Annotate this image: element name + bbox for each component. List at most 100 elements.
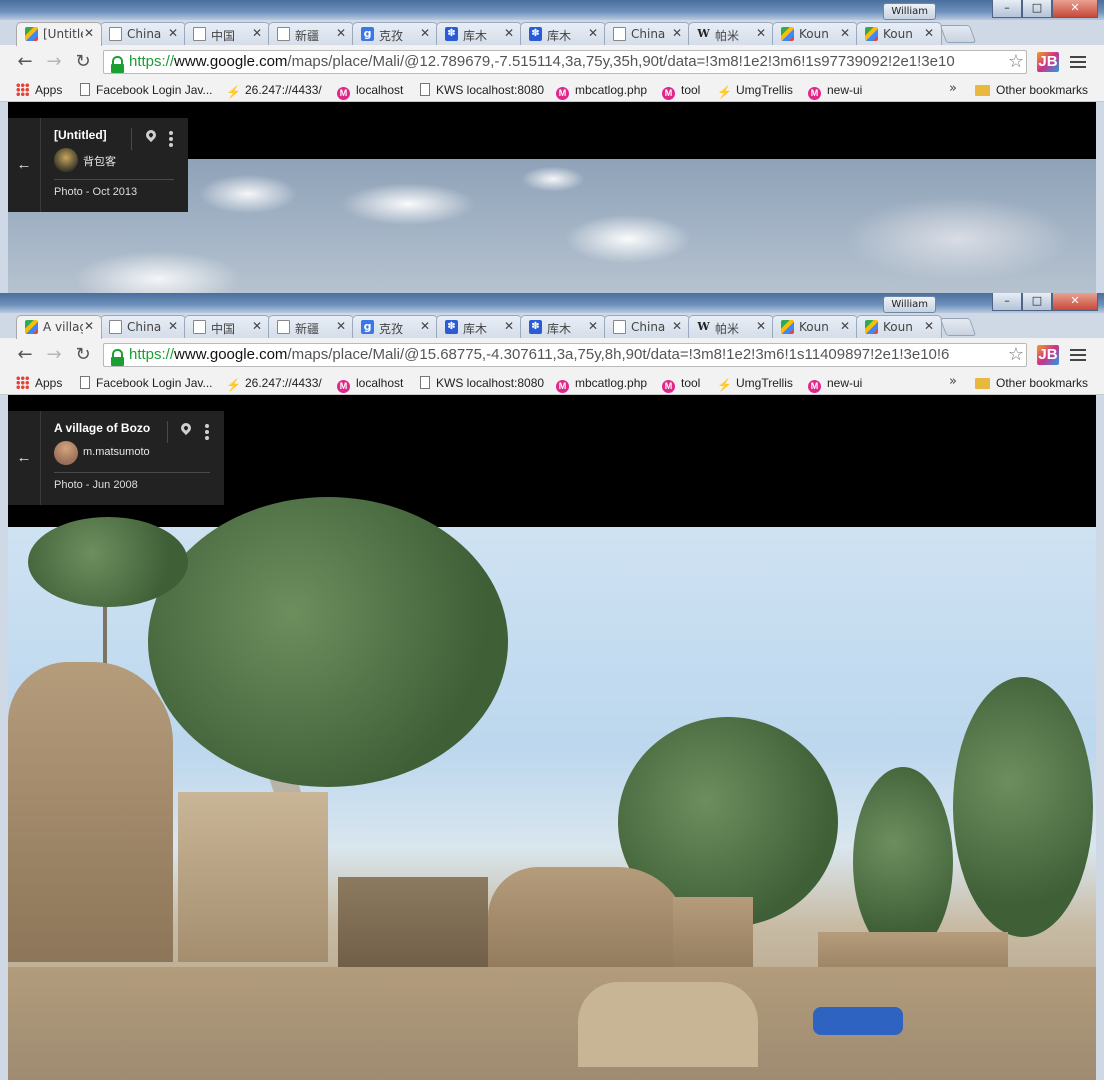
tab-close-icon[interactable]: ✕ [252,26,262,40]
jetbrains-extension-icon[interactable]: JB [1037,345,1059,365]
maximize-button[interactable]: □ [1022,293,1052,311]
tab[interactable]: ✽ 库木 ✕ [520,315,606,338]
tab-close-icon[interactable]: ✕ [840,26,850,40]
back-arrow-icon[interactable]: ← [14,344,36,366]
tab-close-icon[interactable]: ✕ [336,319,346,333]
tab-close-icon[interactable]: ✕ [504,26,514,40]
tab[interactable]: China ✕ [604,315,690,338]
bookmark-item[interactable]: Mnew-ui [808,375,862,393]
tab[interactable]: g 克孜 ✕ [352,315,438,338]
bookmark-item[interactable]: Mmbcatlog.php [556,82,647,100]
tab[interactable]: Koun ✕ [856,22,942,45]
reload-icon[interactable]: ↻ [72,51,94,73]
photo-author[interactable]: m.matsumoto [83,446,150,458]
tab-close-icon[interactable]: ✕ [756,319,766,333]
tab[interactable]: China ✕ [604,22,690,45]
tab[interactable]: Koun ✕ [856,315,942,338]
tab-close-icon[interactable]: ✕ [420,26,430,40]
bookmark-star-icon[interactable]: ☆ [1008,51,1024,73]
tab-close-icon[interactable]: ✕ [84,319,94,333]
bookmark-item[interactable]: KWS localhost:8080 [420,375,544,391]
tab[interactable]: [Untitled] ✕ [16,22,102,46]
profile-button[interactable]: William [883,3,936,20]
tab-close-icon[interactable]: ✕ [924,26,934,40]
tab[interactable]: ✽ 库木 ✕ [436,22,522,45]
bookmark-item[interactable]: ⚡ 26.247://4433/ [226,82,322,99]
tab[interactable]: 中国 ✕ [184,315,270,338]
back-arrow-icon[interactable]: ← [14,51,36,73]
more-options-icon[interactable] [205,424,209,442]
maximize-button[interactable]: □ [1022,0,1052,18]
bookmark-item[interactable]: Mnew-ui [808,82,862,100]
location-pin-icon[interactable] [178,420,194,436]
street-view-panorama[interactable]: ← A village of Bozo m.matsumoto Photo - … [8,395,1096,1080]
avatar[interactable] [54,148,78,172]
street-view-panorama[interactable]: ← [Untitled] 背包客 Photo - Oct 2013 [8,102,1096,293]
forward-arrow-icon[interactable]: → [43,344,65,366]
bookmark-item[interactable]: ⚡ UmgTrellis [717,375,793,392]
jetbrains-extension-icon[interactable]: JB [1037,52,1059,72]
tab-close-icon[interactable]: ✕ [420,319,430,333]
tab[interactable]: 新疆 ✕ [268,22,354,45]
tab[interactable]: 中国 ✕ [184,22,270,45]
tab[interactable]: W 帕米 ✕ [688,315,774,338]
bookmark-apps[interactable]: Apps [16,82,62,98]
new-tab-button[interactable] [939,25,977,43]
other-bookmarks[interactable]: Other bookmarks [975,375,1088,391]
bookmark-item[interactable]: KWS localhost:8080 [420,82,544,98]
panorama-photo[interactable] [8,497,1096,1080]
tab[interactable]: China ✕ [100,315,186,338]
tab-close-icon[interactable]: ✕ [252,319,262,333]
tab-close-icon[interactable]: ✕ [84,26,94,40]
close-button[interactable]: ✕ [1052,293,1098,311]
tab-close-icon[interactable]: ✕ [756,26,766,40]
tab-close-icon[interactable]: ✕ [672,26,682,40]
forward-arrow-icon[interactable]: → [43,51,65,73]
tab[interactable]: A village of Bozo ✕ [16,315,102,339]
tab[interactable]: 新疆 ✕ [268,315,354,338]
minimize-button[interactable]: – [992,0,1022,18]
profile-button[interactable]: William [883,296,936,313]
other-bookmarks[interactable]: Other bookmarks [975,82,1088,98]
close-button[interactable]: ✕ [1052,0,1098,18]
bookmark-item[interactable]: Mtool [662,375,700,393]
new-tab-button[interactable] [939,318,977,336]
bookmark-item[interactable]: Facebook Login Jav... [80,375,213,391]
photo-author[interactable]: 背包客 [83,153,116,169]
tab-close-icon[interactable]: ✕ [336,26,346,40]
reload-icon[interactable]: ↻ [72,344,94,366]
tab-close-icon[interactable]: ✕ [840,319,850,333]
bookmark-item[interactable]: Mtool [662,82,700,100]
more-options-icon[interactable] [169,131,173,149]
back-arrow-icon[interactable]: ← [8,411,41,505]
tab[interactable]: Koun ✕ [772,22,858,45]
tab[interactable]: ✽ 库木 ✕ [436,315,522,338]
bookmark-apps[interactable]: Apps [16,375,62,391]
bookmark-item[interactable]: Mlocalhost [337,375,403,393]
tab-close-icon[interactable]: ✕ [168,319,178,333]
bookmark-item[interactable]: ⚡ UmgTrellis [717,82,793,99]
back-arrow-icon[interactable]: ← [8,118,41,212]
tab[interactable]: Koun ✕ [772,315,858,338]
avatar[interactable] [54,441,78,465]
tab-close-icon[interactable]: ✕ [924,319,934,333]
bookmark-star-icon[interactable]: ☆ [1008,344,1024,366]
tab-close-icon[interactable]: ✕ [504,319,514,333]
bookmarks-overflow-chevron-icon[interactable]: » [949,81,957,96]
tab-close-icon[interactable]: ✕ [588,26,598,40]
tab-close-icon[interactable]: ✕ [588,319,598,333]
address-bar[interactable]: https://www.google.com/maps/place/Mali/@… [103,343,1027,367]
tab[interactable]: ✽ 库木 ✕ [520,22,606,45]
bookmark-item[interactable]: Mmbcatlog.php [556,375,647,393]
tab-close-icon[interactable]: ✕ [672,319,682,333]
tab[interactable]: China ✕ [100,22,186,45]
minimize-button[interactable]: – [992,293,1022,311]
chrome-menu-icon[interactable] [1069,54,1087,70]
tab[interactable]: g 克孜 ✕ [352,22,438,45]
bookmark-item[interactable]: Mlocalhost [337,82,403,100]
chrome-menu-icon[interactable] [1069,347,1087,363]
bookmark-item[interactable]: Facebook Login Jav... [80,82,213,98]
bookmark-item[interactable]: ⚡ 26.247://4433/ [226,375,322,392]
address-bar[interactable]: https://www.google.com/maps/place/Mali/@… [103,50,1027,74]
bookmarks-overflow-chevron-icon[interactable]: » [949,374,957,389]
